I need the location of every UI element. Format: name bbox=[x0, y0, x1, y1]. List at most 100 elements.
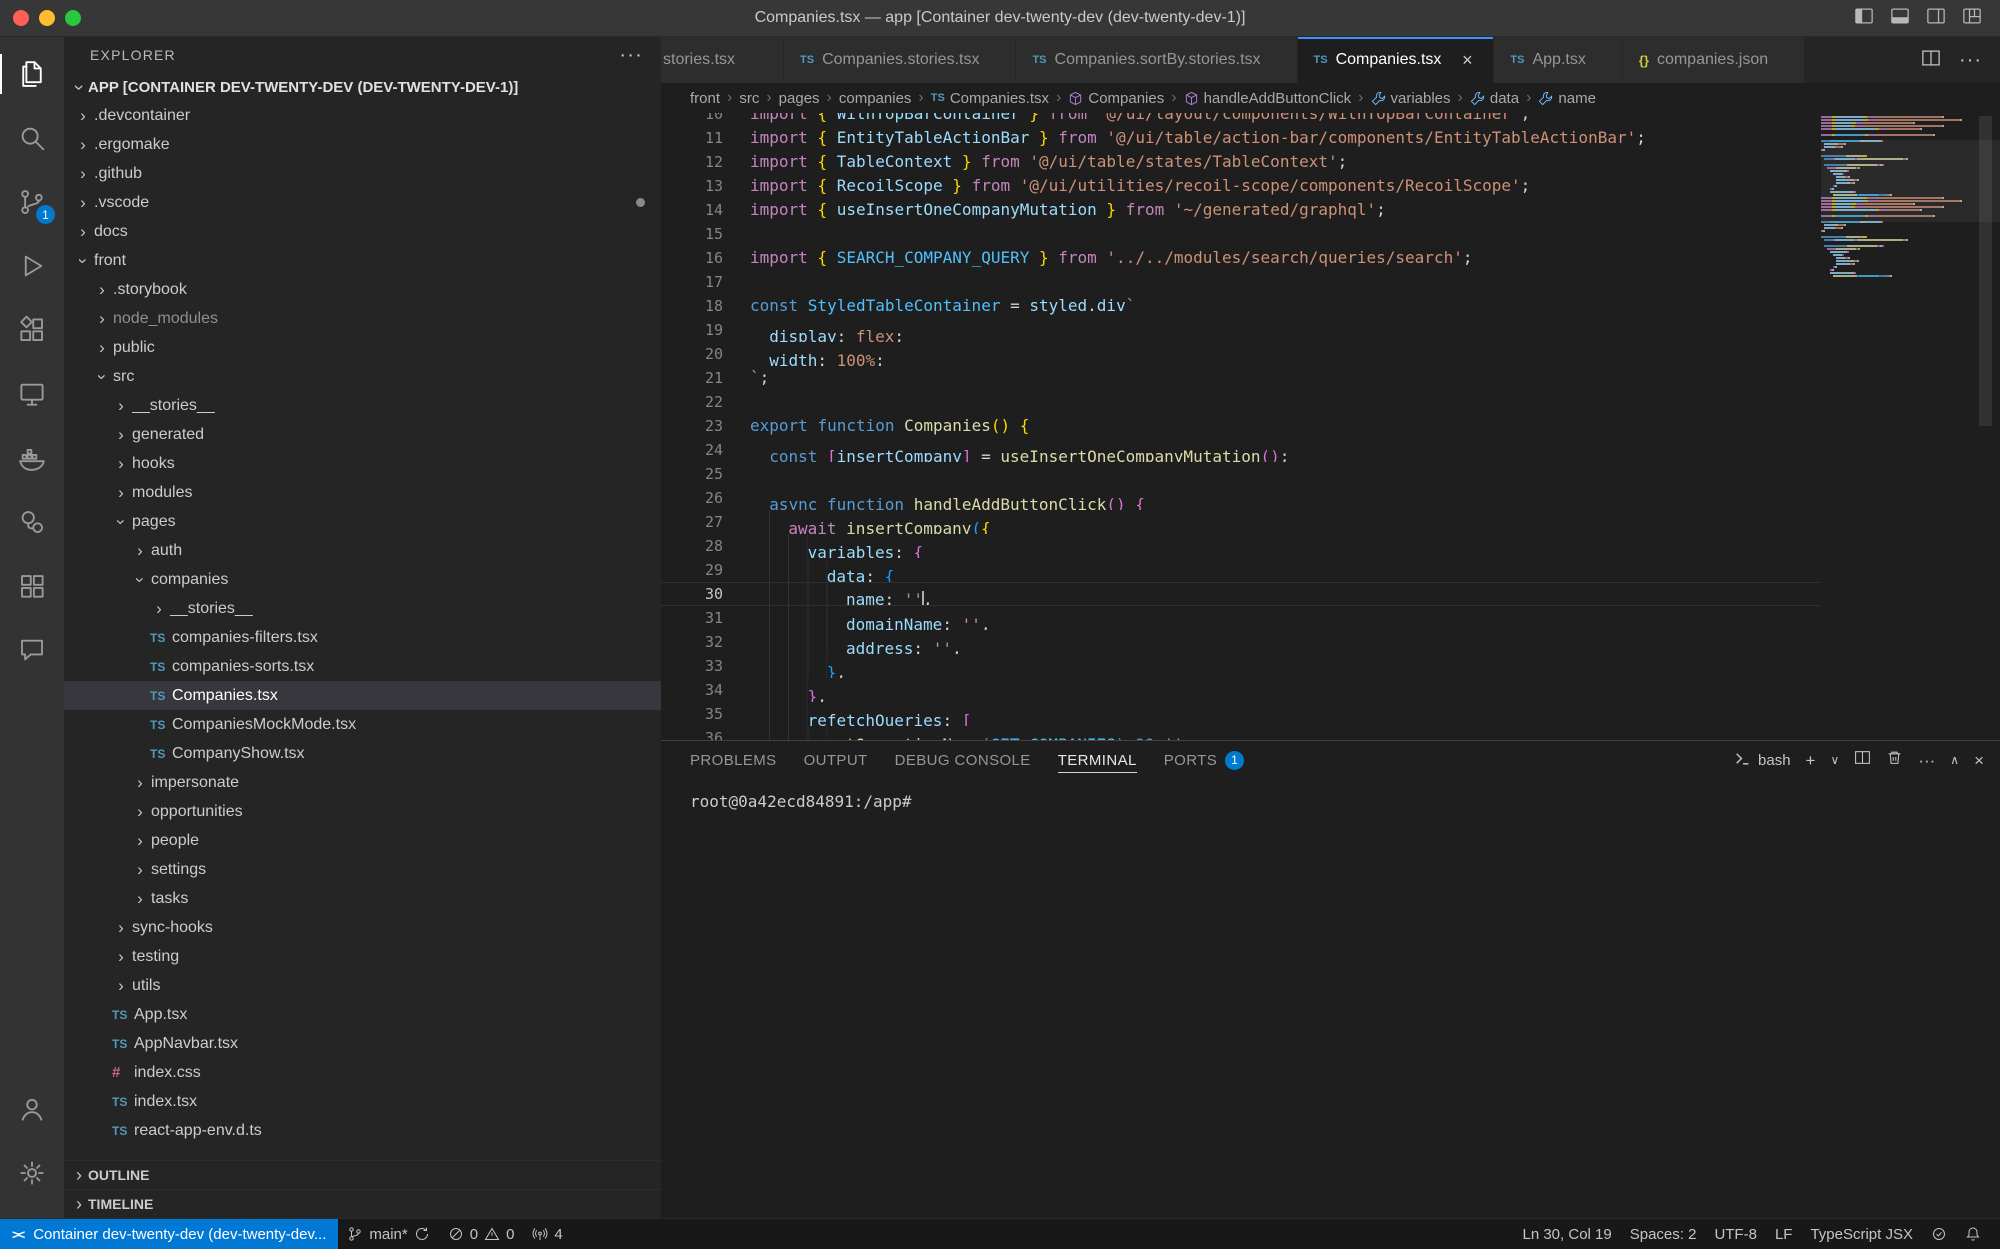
remote-explorer-icon[interactable] bbox=[8, 369, 56, 419]
breadcrumb-name[interactable]: name bbox=[1538, 90, 1596, 107]
tree-item-companies.tsx[interactable]: TSCompanies.tsx bbox=[64, 681, 661, 710]
tab-companies.stories.tsx[interactable]: TSCompanies.stories.tsx bbox=[784, 37, 1016, 83]
cursor-position[interactable]: Ln 30, Col 19 bbox=[1513, 1219, 1620, 1249]
tree-item-modules[interactable]: ›modules bbox=[64, 478, 661, 507]
tree-item-pages[interactable]: ›pages bbox=[64, 507, 661, 536]
ports-broadcast-status[interactable]: 4 bbox=[523, 1219, 571, 1249]
tree-item-utils[interactable]: ›utils bbox=[64, 971, 661, 1000]
tree-item-opportunities[interactable]: ›opportunities bbox=[64, 797, 661, 826]
maximize-panel-icon[interactable]: ∧ bbox=[1950, 754, 1959, 766]
search-icon[interactable] bbox=[8, 113, 56, 163]
code-line-17[interactable]: 17 bbox=[661, 270, 1820, 294]
breadcrumb-handleaddbuttonclick[interactable]: handleAddButtonClick bbox=[1184, 90, 1352, 107]
breadcrumb-pages[interactable]: pages bbox=[779, 90, 820, 107]
tree-item-hooks[interactable]: ›hooks bbox=[64, 449, 661, 478]
tree-item-app.tsx[interactable]: TSApp.tsx bbox=[64, 1000, 661, 1029]
tree-item-companies[interactable]: ›companies bbox=[64, 565, 661, 594]
code-line-25[interactable]: 25 bbox=[661, 462, 1820, 486]
code-line-22[interactable]: 22 bbox=[661, 390, 1820, 414]
docker-icon[interactable] bbox=[8, 433, 56, 483]
tree-item-settings[interactable]: ›settings bbox=[64, 855, 661, 884]
tree-item-front[interactable]: ›front bbox=[64, 246, 661, 275]
source-control-icon[interactable]: 1 bbox=[8, 177, 56, 227]
breadcrumb-data[interactable]: data bbox=[1470, 90, 1519, 107]
code-line-33[interactable]: 33}, bbox=[661, 654, 1820, 678]
extensions-icon[interactable] bbox=[8, 305, 56, 355]
eol-status[interactable]: LF bbox=[1766, 1219, 1802, 1249]
close-window-button[interactable] bbox=[13, 10, 29, 26]
code-line-12[interactable]: 12import { TableContext } from '@/ui/tab… bbox=[661, 150, 1820, 174]
tree-item-.vscode[interactable]: ›.vscode bbox=[64, 188, 661, 217]
code-line-21[interactable]: 21`; bbox=[661, 366, 1820, 390]
tree-item-.devcontainer[interactable]: ›.devcontainer bbox=[64, 101, 661, 130]
panel-tab-debug-console[interactable]: DEBUG CONSOLE bbox=[895, 741, 1031, 779]
code-line-23[interactable]: 23export function Companies() { bbox=[661, 414, 1820, 438]
code-line-26[interactable]: 26async function handleAddButtonClick() … bbox=[661, 486, 1820, 510]
code-line-35[interactable]: 35refetchQueries: [ bbox=[661, 702, 1820, 726]
panel-tab-terminal[interactable]: TERMINAL bbox=[1058, 741, 1137, 779]
code-line-14[interactable]: 14import { useInsertOneCompanyMutation }… bbox=[661, 198, 1820, 222]
indentation-status[interactable]: Spaces: 2 bbox=[1621, 1219, 1706, 1249]
split-editor-icon[interactable] bbox=[1921, 48, 1941, 73]
code-line-30[interactable]: 30name: '', bbox=[661, 582, 1820, 606]
tree-item-index.css[interactable]: #index.css bbox=[64, 1058, 661, 1087]
account-icon[interactable] bbox=[8, 1084, 56, 1134]
breadcrumb-companies.tsx[interactable]: TSCompanies.tsx bbox=[931, 90, 1049, 107]
tab-stories.tsx[interactable]: stories.tsx bbox=[661, 37, 784, 83]
panel-tab-ports[interactable]: PORTS1 bbox=[1164, 741, 1244, 779]
tree-item-people[interactable]: ›people bbox=[64, 826, 661, 855]
editor-scrollbar-thumb[interactable] bbox=[1979, 116, 1992, 426]
tree-item--stories-[interactable]: ›__stories__ bbox=[64, 594, 661, 623]
tree-item--stories-[interactable]: ›__stories__ bbox=[64, 391, 661, 420]
kubernetes-icon[interactable] bbox=[8, 561, 56, 611]
code-line-16[interactable]: 16import { SEARCH_COMPANY_QUERY } from '… bbox=[661, 246, 1820, 270]
code-line-27[interactable]: 27await insertCompany({ bbox=[661, 510, 1820, 534]
breadcrumb-companies[interactable]: companies bbox=[839, 90, 912, 107]
terminal-content[interactable]: root@0a42ecd84891:/app# bbox=[661, 779, 2000, 1218]
tree-item-auth[interactable]: ›auth bbox=[64, 536, 661, 565]
run-debug-icon[interactable] bbox=[8, 241, 56, 291]
settings-icon[interactable] bbox=[8, 1148, 56, 1198]
encoding-status[interactable]: UTF-8 bbox=[1705, 1219, 1766, 1249]
tree-item-companyshow.tsx[interactable]: TSCompanyShow.tsx bbox=[64, 739, 661, 768]
tree-item-index.tsx[interactable]: TSindex.tsx bbox=[64, 1087, 661, 1116]
breadcrumb-front[interactable]: front bbox=[690, 90, 720, 107]
problems-status[interactable]: 0 0 bbox=[439, 1219, 524, 1249]
explorer-icon[interactable] bbox=[8, 49, 56, 99]
tree-item-generated[interactable]: ›generated bbox=[64, 420, 661, 449]
tree-item-impersonate[interactable]: ›impersonate bbox=[64, 768, 661, 797]
close-panel-icon[interactable]: × bbox=[1974, 752, 1984, 769]
tab-app.tsx[interactable]: TSApp.tsx bbox=[1494, 37, 1622, 83]
tab-companies.sortby.stories.tsx[interactable]: TSCompanies.sortBy.stories.tsx bbox=[1016, 37, 1297, 83]
tree-item-react-app-env.d.ts[interactable]: TSreact-app-env.d.ts bbox=[64, 1116, 661, 1145]
comments-icon[interactable] bbox=[8, 625, 56, 675]
tree-item-.storybook[interactable]: ›.storybook bbox=[64, 275, 661, 304]
tree-item-tasks[interactable]: ›tasks bbox=[64, 884, 661, 913]
panel-more-actions-icon[interactable]: ··· bbox=[1918, 752, 1935, 769]
breadcrumb-variables[interactable]: variables bbox=[1371, 90, 1451, 107]
tree-item-docs[interactable]: ›docs bbox=[64, 217, 661, 246]
code-line-36[interactable]: 36getOperationName(GET_COMPANIES) ?? '', bbox=[661, 726, 1820, 740]
tree-item-testing[interactable]: ›testing bbox=[64, 942, 661, 971]
breadcrumb-companies[interactable]: Companies bbox=[1068, 90, 1164, 107]
panel-tab-problems[interactable]: PROBLEMS bbox=[690, 741, 777, 779]
code-line-32[interactable]: 32address: '', bbox=[661, 630, 1820, 654]
minimap[interactable] bbox=[1821, 113, 1971, 278]
customize-layout-icon[interactable] bbox=[1962, 6, 1982, 31]
code-line-10[interactable]: 10import { WithTopBarContainer } from '@… bbox=[661, 113, 1820, 126]
language-mode[interactable]: TypeScript JSX bbox=[1801, 1219, 1922, 1249]
kill-terminal-icon[interactable] bbox=[1886, 749, 1903, 771]
language-status-icon[interactable] bbox=[1922, 1219, 1956, 1249]
sync-icon[interactable] bbox=[414, 1226, 430, 1242]
tree-item-node-modules[interactable]: ›node_modules bbox=[64, 304, 661, 333]
tree-item-src[interactable]: ›src bbox=[64, 362, 661, 391]
terminal-shell-selector[interactable]: bash bbox=[1734, 750, 1791, 771]
code-line-13[interactable]: 13import { RecoilScope } from '@/ui/util… bbox=[661, 174, 1820, 198]
split-terminal-icon[interactable] bbox=[1854, 749, 1871, 771]
tree-item-appnavbar.tsx[interactable]: TSAppNavbar.tsx bbox=[64, 1029, 661, 1058]
remote-indicator[interactable]: >< Container dev-twenty-dev (dev-twenty-… bbox=[0, 1219, 338, 1249]
tree-item-sync-hooks[interactable]: ›sync-hooks bbox=[64, 913, 661, 942]
code-line-29[interactable]: 29data: { bbox=[661, 558, 1820, 582]
tab-companies.json[interactable]: {}companies.json bbox=[1623, 37, 1805, 83]
notifications-bell-icon[interactable] bbox=[1956, 1219, 1990, 1249]
